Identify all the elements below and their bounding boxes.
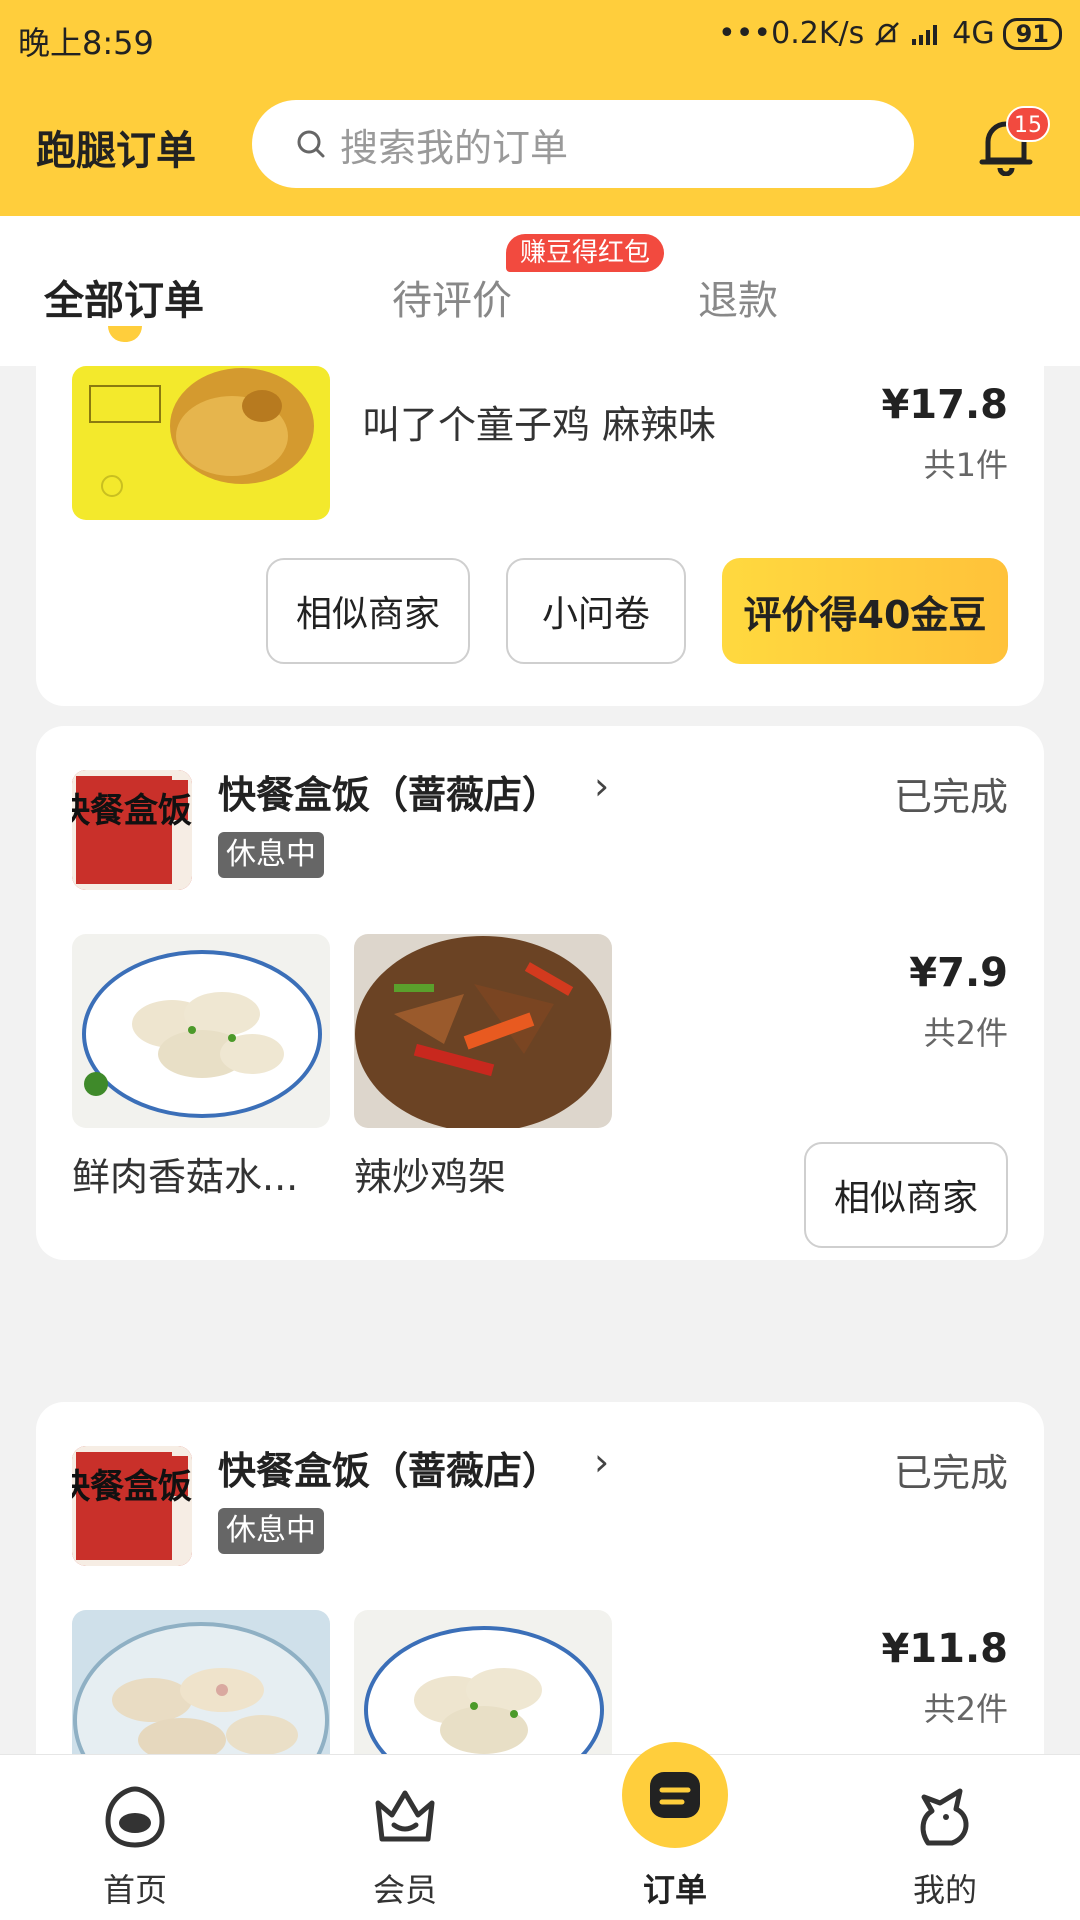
nav-home[interactable]: 首页: [0, 1755, 270, 1920]
similar-shops-button[interactable]: 相似商家: [266, 558, 470, 664]
order-status: 已完成: [893, 1451, 1008, 1495]
order-quantity: 共1件: [923, 446, 1008, 484]
shop-status-tag: 休息中: [218, 1508, 324, 1554]
status-time: 晚上8:59: [18, 24, 154, 62]
signal-icon: [912, 24, 938, 45]
chevron-right-icon[interactable]: ›: [594, 764, 609, 808]
item-image-dumplings[interactable]: [354, 1610, 612, 1754]
status-bar: 晚上8:59 •••0.2K/s 4G 91: [0, 0, 1080, 76]
nav-orders-label: 订单: [642, 1871, 707, 1909]
order-list[interactable]: 叫了个童子鸡 麻辣味 ¥17.8 共1件 相似商家 小问卷 评价得40金豆 快餐…: [0, 366, 1080, 1754]
order-price: ¥17.8: [881, 382, 1008, 428]
item-name: 叫了个童子鸡 麻辣味: [362, 403, 717, 447]
mute-icon: [875, 21, 900, 46]
profile-icon: [920, 1788, 969, 1846]
notification-badge: 15: [1006, 106, 1050, 142]
home-icon: [105, 1786, 165, 1848]
nav-profile[interactable]: 我的: [810, 1755, 1080, 1920]
survey-button[interactable]: 小问卷: [506, 558, 686, 664]
shop-logo-text: 快餐盒饭: [72, 1467, 192, 1507]
order-card[interactable]: 叫了个童子鸡 麻辣味 ¥17.8 共1件 相似商家 小问卷 评价得40金豆: [36, 366, 1044, 706]
order-card[interactable]: 快餐盒饭 快餐盒饭（蔷薇店） › 休息中 已完成 鲜肉香菇水... 辣炒鸡架 ¥…: [36, 726, 1044, 1260]
chevron-right-icon[interactable]: ›: [594, 1440, 609, 1484]
review-button[interactable]: 评价得40金豆: [722, 558, 1008, 664]
search-placeholder: 搜索我的订单: [340, 125, 569, 170]
nav-member-label: 会员: [372, 1871, 437, 1909]
item-image-spicy-chicken[interactable]: [354, 934, 612, 1128]
similar-shops-button[interactable]: 相似商家: [804, 1142, 1008, 1248]
order-price: ¥7.9: [909, 950, 1008, 996]
item-image-fried-chicken[interactable]: [72, 366, 330, 520]
orders-icon[interactable]: [622, 1742, 728, 1848]
battery-icon: 91: [1002, 17, 1062, 50]
item-name: 辣炒鸡架: [354, 1155, 507, 1199]
search-icon: [297, 130, 325, 158]
order-card[interactable]: 快餐盒饭 快餐盒饭（蔷薇店） › 休息中 已完成 ¥11.8 共2件: [36, 1402, 1044, 1754]
status-icons: •••0.2K/s 4G 91: [718, 16, 1062, 51]
network-speed: •••0.2K/s: [718, 16, 865, 51]
tab-to-review[interactable]: 待评价: [392, 268, 512, 326]
tab-active-indicator: [108, 326, 142, 342]
crown-icon: [375, 1790, 435, 1842]
app-header: 晚上8:59 •••0.2K/s 4G 91 跑腿订单 搜索我的订单 15: [0, 0, 1080, 216]
order-tabs: 全部订单 待评价 赚豆得红包 退款: [0, 216, 1080, 366]
shop-name[interactable]: 快餐盒饭（蔷薇店）: [218, 1440, 560, 1495]
nav-member[interactable]: 会员: [270, 1755, 540, 1920]
shop-status-tag: 休息中: [218, 832, 324, 878]
order-quantity: 共2件: [923, 1014, 1008, 1052]
order-price: ¥11.8: [881, 1626, 1008, 1672]
shop-name[interactable]: 快餐盒饭（蔷薇店）: [218, 764, 560, 819]
bottom-nav: 首页 会员 订单 我的: [0, 1754, 1080, 1920]
shop-logo-text: 快餐盒饭: [72, 791, 192, 831]
shop-logo[interactable]: 快餐盒饭: [72, 770, 192, 890]
nav-home-label: 首页: [102, 1871, 167, 1909]
tab-review-badge: 赚豆得红包: [506, 234, 665, 272]
item-image-dumplings[interactable]: [72, 934, 330, 1128]
shop-logo[interactable]: 快餐盒饭: [72, 1446, 192, 1566]
item-image-dumplings-plate[interactable]: [72, 1610, 330, 1754]
search-input[interactable]: 搜索我的订单: [252, 100, 914, 188]
network-type: 4G: [952, 16, 995, 51]
page-title: 跑腿订单: [36, 128, 196, 174]
tab-all-orders[interactable]: 全部订单: [44, 268, 204, 326]
tab-refund[interactable]: 退款: [698, 268, 778, 326]
nav-profile-label: 我的: [912, 1871, 977, 1909]
order-status: 已完成: [893, 775, 1008, 819]
item-name: 鲜肉香菇水...: [72, 1155, 299, 1199]
order-quantity: 共2件: [923, 1690, 1008, 1728]
